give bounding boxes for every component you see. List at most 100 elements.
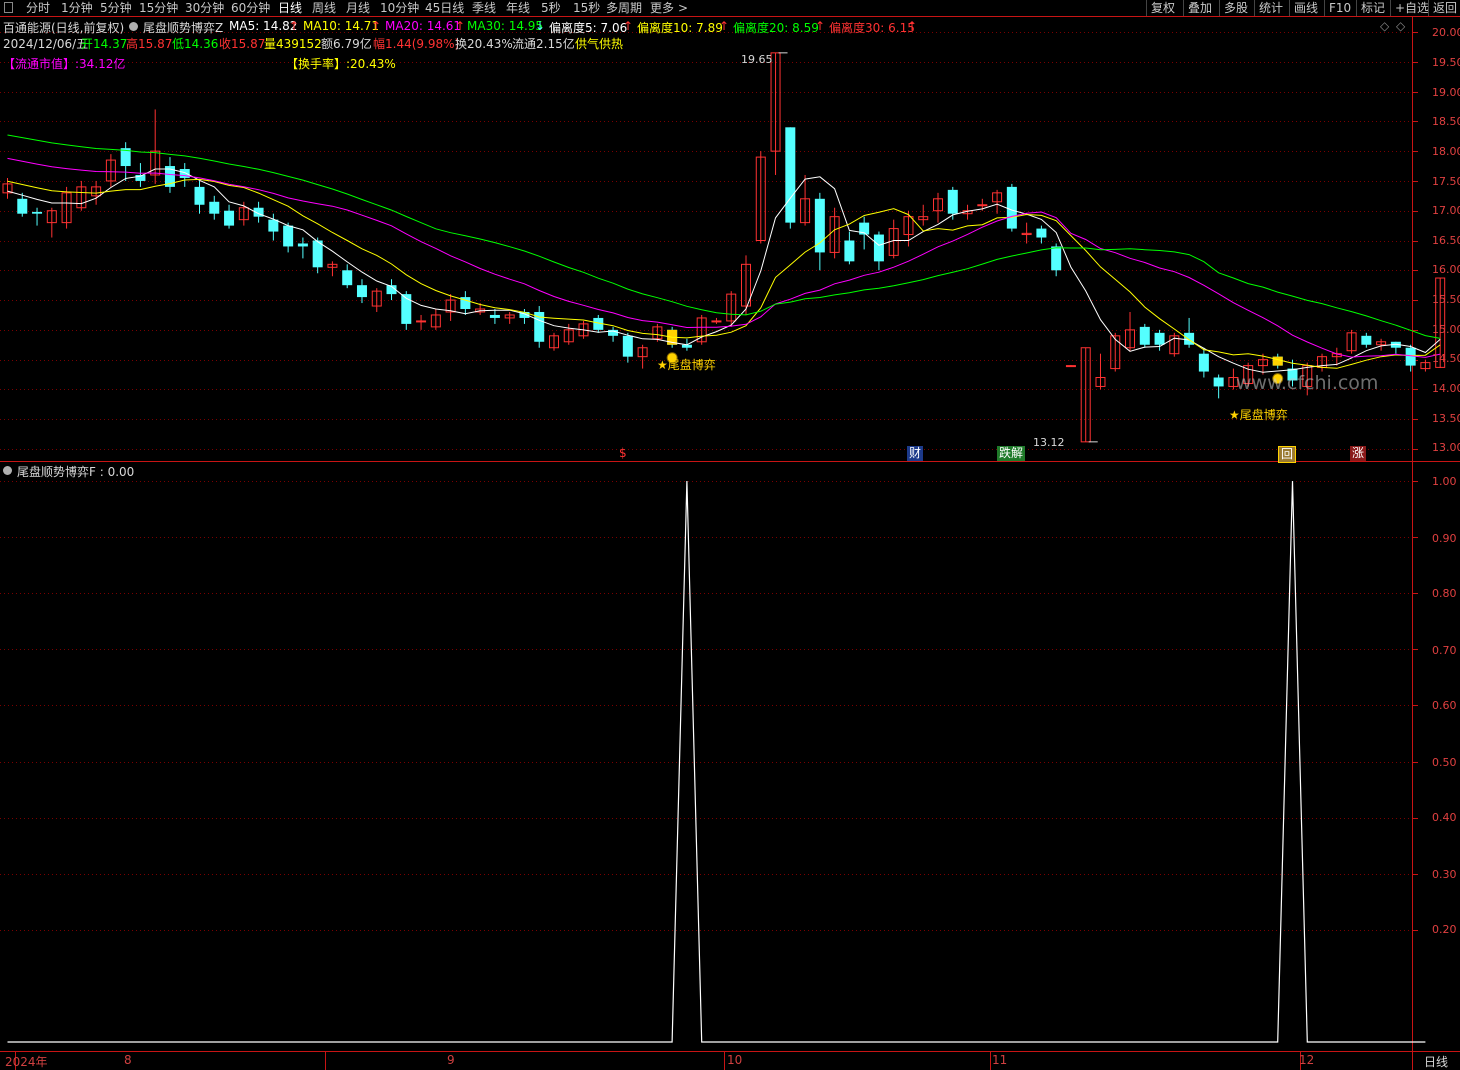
- deviation20-value: 偏离度20: 8.59: [733, 21, 819, 35]
- candle-body: [342, 270, 353, 286]
- candle-body: [356, 285, 367, 298]
- y-tick: 17.50: [1432, 175, 1460, 188]
- x-axis-label: 10: [727, 1053, 743, 1067]
- change: 幅1.44(9.98%): [373, 37, 460, 51]
- close-price: 收15.87: [219, 37, 266, 51]
- volume: 量439152: [264, 37, 322, 51]
- buyback-event-marker[interactable]: 回: [1278, 446, 1297, 463]
- candle-body: [1213, 377, 1224, 387]
- candle-body: [194, 186, 205, 205]
- y-tick: 0.20: [1432, 923, 1457, 936]
- low-price: 低14.36: [172, 37, 219, 51]
- turnover-rate: 【换手率】:20.43%: [286, 57, 396, 71]
- candle-body: [1139, 326, 1150, 345]
- candle-body: [873, 234, 884, 262]
- candle-body: [1361, 335, 1372, 345]
- up-arrow-icon: ↑: [815, 19, 826, 33]
- candle-body: [1154, 332, 1165, 345]
- up-arrow-icon: ↑: [371, 19, 382, 33]
- candle-body: [1006, 186, 1017, 229]
- open-price: 开14.37: [81, 37, 128, 51]
- candle-body: [1051, 246, 1062, 271]
- candle-body: [32, 211, 43, 214]
- candle-body: [1065, 365, 1076, 368]
- up-arrow-icon: ↑: [455, 19, 466, 33]
- y-tick: 0.70: [1432, 644, 1457, 657]
- y-tick: 18.00: [1432, 145, 1460, 158]
- lower-indicator-title[interactable]: 尾盘顺势博弈F : 0.00: [17, 463, 134, 480]
- limit-up-event-marker[interactable]: 涨: [1350, 446, 1367, 461]
- max-price-label: 19.65: [741, 53, 773, 66]
- y-tick: 16.50: [1432, 234, 1460, 247]
- sector-tag[interactable]: 供气供热: [575, 35, 623, 52]
- candle-body: [416, 320, 427, 323]
- ma20-line: [7, 157, 1441, 358]
- x-axis-label: 2024年: [5, 1055, 48, 1069]
- candle-body: [1198, 353, 1209, 372]
- y-tick: 19.50: [1432, 56, 1460, 69]
- y-tick: 0.40: [1432, 811, 1457, 824]
- ma10-line: [7, 178, 1441, 369]
- y-tick: 14.00: [1432, 382, 1460, 395]
- x-axis-label: 11: [992, 1053, 1008, 1067]
- y-tick: 13.50: [1432, 412, 1460, 425]
- candle-body: [209, 201, 220, 214]
- watermark: www.cfchi.com: [1236, 372, 1379, 394]
- y-tick: 14.50: [1432, 352, 1460, 365]
- y-tick: 20.00: [1432, 26, 1460, 39]
- period-label[interactable]: 日线: [1424, 1053, 1448, 1070]
- candle-body: [283, 225, 294, 247]
- turnover: 换20.43%: [455, 37, 513, 51]
- finance-event-marker[interactable]: 财: [907, 446, 924, 461]
- deviation10-value: 偏离度10: 7.89: [637, 21, 723, 35]
- diamond-icon[interactable]: ◇: [1396, 19, 1405, 33]
- deviation30-value: 偏离度30: 6.15: [829, 21, 915, 35]
- up-arrow-icon: ↑: [719, 19, 730, 33]
- candle-body: [224, 210, 235, 226]
- float-market-cap: 【流通市值】:34.12亿: [3, 57, 126, 71]
- candle-body: [268, 219, 279, 232]
- y-tick: 16.00: [1432, 263, 1460, 276]
- stock-name: 百通能源(日线,前复权): [3, 21, 125, 35]
- amount: 额6.79亿: [321, 37, 372, 51]
- x-axis-label: 9: [447, 1053, 455, 1067]
- up-arrow-icon: ↑: [907, 19, 918, 33]
- signal-candle: [1272, 356, 1283, 366]
- ma30-value: MA30: 14.95: [467, 19, 544, 33]
- down-arrow-icon: ↓: [535, 19, 546, 33]
- up-arrow-icon: ↑: [289, 19, 300, 33]
- ma20-value: MA20: 14.61: [385, 19, 462, 33]
- y-tick: 0.90: [1432, 532, 1457, 545]
- candle-body: [622, 335, 633, 357]
- y-tick: 17.00: [1432, 204, 1460, 217]
- ma10-value: MA10: 14.71: [303, 19, 380, 33]
- y-tick: 18.50: [1432, 115, 1460, 128]
- y-tick: 19.00: [1432, 86, 1460, 99]
- signal-label: ★尾盘博弈: [1229, 408, 1288, 422]
- deviation5-value: 偏离度5: 7.06: [549, 21, 628, 35]
- y-tick: 0.60: [1432, 699, 1457, 712]
- diamond-icon[interactable]: ◇: [1380, 19, 1389, 33]
- float-shares: 流通2.15亿: [512, 37, 575, 51]
- y-tick: 15.00: [1432, 323, 1460, 336]
- min-price-label: 13.12: [1033, 436, 1065, 449]
- y-tick: 1.00: [1432, 475, 1457, 488]
- indicator-name[interactable]: 尾盘顺势博弈Z: [143, 19, 223, 36]
- candle-body: [947, 189, 958, 214]
- dollar-event-marker[interactable]: $: [617, 446, 629, 461]
- high-price: 高15.87: [126, 37, 173, 51]
- bar-date: 2024/12/06/五: [3, 37, 89, 51]
- candle-body: [1184, 332, 1195, 345]
- candle-body: [977, 204, 988, 207]
- ma30-line: [7, 134, 1441, 339]
- chevron-down-icon[interactable]: [129, 22, 138, 31]
- candle-body: [17, 198, 28, 214]
- candle-body: [1036, 228, 1047, 238]
- chevron-down-icon[interactable]: [3, 466, 12, 475]
- candle-body: [711, 320, 722, 323]
- unlock-event-marker[interactable]: 跌解: [997, 446, 1026, 461]
- ma5-line: [7, 168, 1441, 373]
- indicator-line: [7, 480, 1426, 1043]
- candle-body: [297, 243, 308, 247]
- y-tick: 0.30: [1432, 868, 1457, 881]
